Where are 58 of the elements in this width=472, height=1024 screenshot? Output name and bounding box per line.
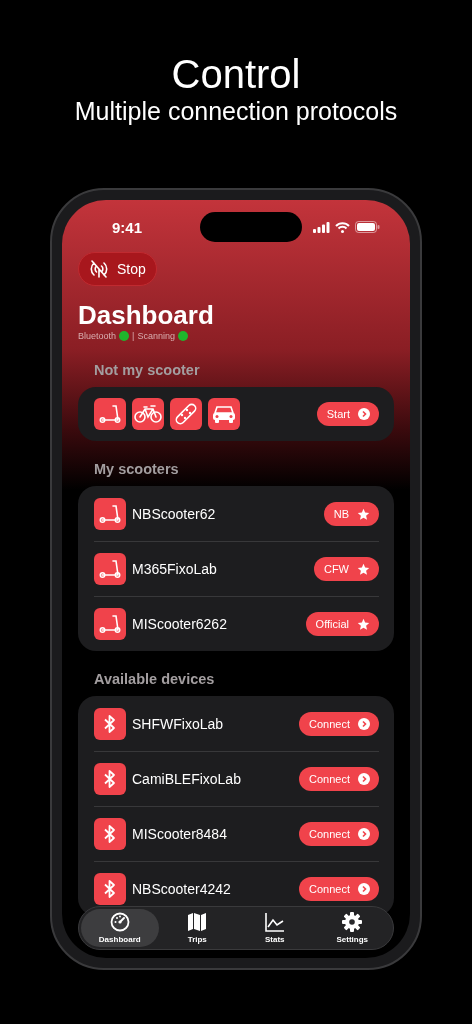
scooter-icon [99, 404, 121, 424]
tab[interactable]: Dashboard [81, 909, 159, 947]
headline: Control [171, 52, 301, 96]
signal-icon [313, 221, 330, 233]
connect-button[interactable]: Connect [299, 712, 379, 736]
scooter-name[interactable]: MIScooter6262 [132, 616, 300, 632]
scooter-name[interactable]: M365FixoLab [132, 561, 308, 577]
connect-button[interactable]: Connect [299, 877, 379, 901]
device-name: SHFWFixoLab [132, 716, 225, 732]
chevron-circle-icon [358, 828, 370, 840]
bike-tile[interactable] [132, 398, 164, 430]
chevron-circle-icon [358, 408, 370, 420]
map-icon [187, 912, 208, 932]
scooter-icon [99, 559, 121, 579]
skateboard-icon [175, 403, 197, 425]
firmware-badge[interactable]: Official [305, 612, 379, 636]
speedometer-icon [109, 912, 130, 932]
page-title: Dashboard [78, 300, 214, 330]
scooter-icon [99, 504, 121, 524]
section-title: Not my scooter [94, 362, 200, 378]
scooter-name[interactable]: NBScooter62 [132, 506, 318, 522]
line-chart-icon [264, 912, 285, 932]
status-label: Bluetooth [78, 331, 117, 341]
broadcast-off-icon [89, 260, 109, 278]
bluetooth-icon [104, 714, 116, 734]
bicycle-icon [134, 404, 162, 424]
tab[interactable]: Trips [158, 909, 236, 947]
connect-button[interactable]: Connect [299, 767, 379, 791]
section-title: My scooters [94, 461, 179, 477]
device-name: NBScooter4242 [132, 881, 232, 897]
skateboard-tile[interactable] [170, 398, 202, 430]
bluetooth-icon [104, 769, 116, 789]
section-title: Available devices [94, 671, 215, 687]
car-tile[interactable] [208, 398, 240, 430]
gear-icon [342, 912, 363, 932]
firmware-badge[interactable]: NB [323, 502, 379, 526]
status-label: Scanning [137, 331, 175, 341]
separator-text: | [132, 331, 135, 341]
tab[interactable]: Settings [313, 909, 391, 947]
firmware-badge[interactable]: CFW [313, 557, 379, 581]
status-time: 9:41 [111, 218, 143, 236]
bluetooth-icon [104, 824, 116, 844]
car-icon [212, 404, 236, 424]
chevron-circle-icon [358, 773, 370, 785]
subheadline: Multiple connection protocols [74, 96, 398, 126]
battery-icon [355, 221, 380, 233]
chevron-circle-icon [358, 718, 370, 730]
device-name: CamiBLEFixoLab [132, 771, 242, 787]
device-name: MIScooter8484 [132, 826, 228, 842]
start-button[interactable]: Start [316, 402, 379, 426]
connect-button[interactable]: Connect [299, 822, 379, 846]
wifi-icon [335, 221, 350, 233]
bluetooth-icon [104, 879, 116, 899]
chevron-circle-icon [358, 883, 370, 895]
scooter-icon [99, 614, 121, 634]
stop-button[interactable]: Stop [78, 252, 157, 286]
scooter-tile[interactable] [94, 398, 126, 430]
tab[interactable]: Stats [236, 909, 314, 947]
